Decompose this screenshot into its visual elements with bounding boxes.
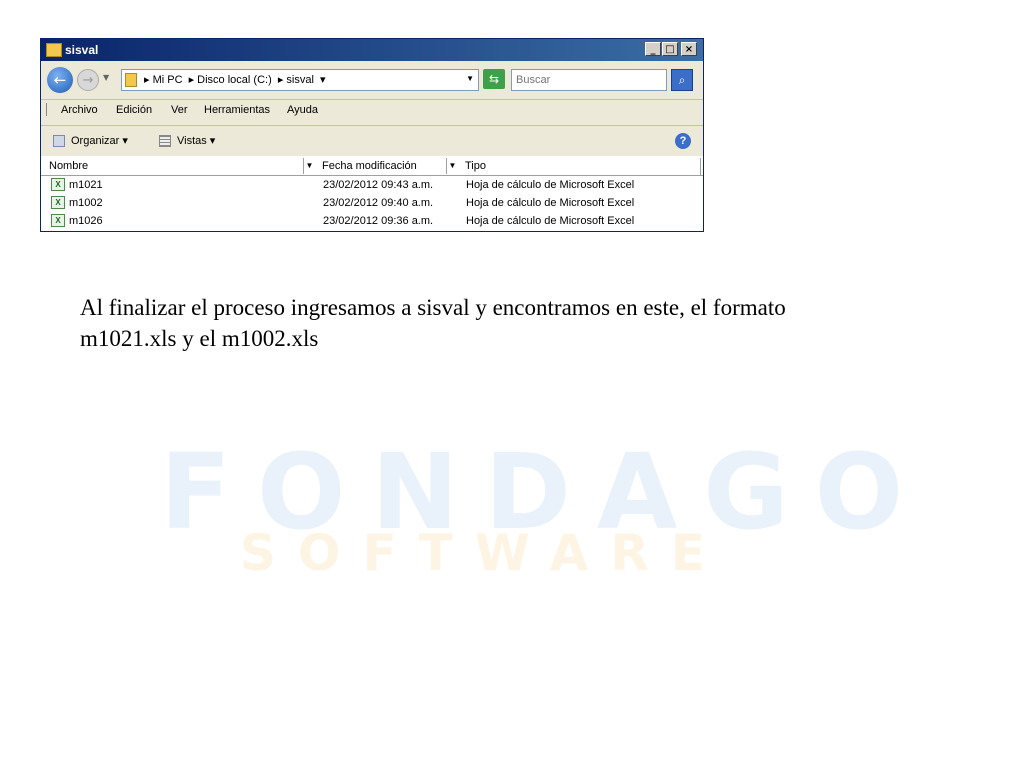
address-bar[interactable]: ▸ Mi PC ▸ Disco local (C:) ▸ sisval ▾ ▼ [121,69,479,91]
file-date: 23/02/2012 09:43 a.m. [323,179,434,191]
organize-label: Organizar ▾ [71,135,128,147]
menu-bar: Archivo Edición Ver Herramientas Ayuda [41,99,703,120]
slide-caption: Al finalizar el proceso ingresamos a sis… [80,295,786,351]
file-name: m1021 [69,179,103,191]
file-row[interactable]: X m1021 23/02/2012 09:43 a.m. Hoja de cá… [41,176,703,194]
menu-grip [46,103,49,116]
file-row[interactable]: X m1026 23/02/2012 09:36 a.m. Hoja de cá… [41,212,703,230]
column-tipo[interactable]: Tipo [465,160,486,172]
column-header: Nombre ▼ Fecha modificación ▼ Tipo [41,158,703,176]
search-icon[interactable]: ⌕ [671,69,693,91]
command-bar: Organizar ▾ Vistas ▾ ? [41,125,703,156]
menu-archivo[interactable]: Archivo [61,104,98,116]
history-dropdown-icon[interactable]: ▼ [103,73,109,82]
file-date: 23/02/2012 09:40 a.m. [323,197,434,209]
file-name: m1026 [69,215,103,227]
excel-file-icon: X [51,178,65,191]
file-type: Hoja de cálculo de Microsoft Excel [466,197,635,209]
breadcrumb-dropdown[interactable]: ▾ [320,74,326,86]
breadcrumb: ▸ Mi PC ▸ Disco local (C:) ▸ sisval ▾ [144,73,329,86]
views-label: Vistas ▾ [177,135,216,147]
menu-edicion[interactable]: Edición [116,104,152,116]
file-name: m1002 [69,197,103,209]
column-divider [700,158,701,175]
views-icon [159,135,171,148]
breadcrumb-my-pc[interactable]: ▸ Mi PC [144,74,183,86]
refresh-button[interactable]: ⇆ [483,69,505,89]
watermark-logo-text: FONDAGO [160,431,930,553]
explorer-window: sisval _ □ × ← → ▼ ▸ Mi PC ▸ Disco local… [40,38,704,232]
column-fecha[interactable]: Fecha modificación [322,160,417,172]
folder-icon [46,43,62,57]
file-type: Hoja de cálculo de Microsoft Excel [466,179,635,191]
help-icon[interactable]: ? [675,133,691,149]
back-button[interactable]: ← [47,67,73,93]
menu-herramientas[interactable]: Herramientas [204,104,270,116]
column-fecha-dropdown-icon[interactable]: ▼ [446,158,458,174]
file-type: Hoja de cálculo de Microsoft Excel [466,215,635,227]
address-dropdown-icon[interactable]: ▼ [466,74,474,83]
file-date: 23/02/2012 09:36 a.m. [323,215,434,227]
column-nombre[interactable]: Nombre [49,160,88,172]
breadcrumb-local-disk[interactable]: ▸ Disco local (C:) [189,74,272,86]
watermark-logo-subtext: SOFTWARE [240,524,728,582]
file-list: X m1021 23/02/2012 09:43 a.m. Hoja de cá… [41,176,703,230]
window-title: sisval [65,43,99,57]
minimize-button[interactable]: _ [645,42,661,56]
views-button[interactable]: Vistas ▾ [159,134,216,148]
organize-icon [53,135,65,148]
forward-button[interactable]: → [77,69,99,91]
organize-button[interactable]: Organizar ▾ [53,134,128,148]
folder-icon [125,73,137,87]
breadcrumb-sisval[interactable]: ▸ sisval [278,74,314,86]
excel-file-icon: X [51,196,65,209]
close-button[interactable]: × [681,42,697,56]
menu-ayuda[interactable]: Ayuda [287,104,318,116]
column-nombre-dropdown-icon[interactable]: ▼ [303,158,315,174]
excel-file-icon: X [51,214,65,227]
title-bar[interactable]: sisval _ □ × [41,39,703,61]
maximize-button[interactable]: □ [662,42,678,56]
menu-ver[interactable]: Ver [171,104,188,116]
file-row[interactable]: X m1002 23/02/2012 09:40 a.m. Hoja de cá… [41,194,703,212]
search-input[interactable] [511,69,667,91]
